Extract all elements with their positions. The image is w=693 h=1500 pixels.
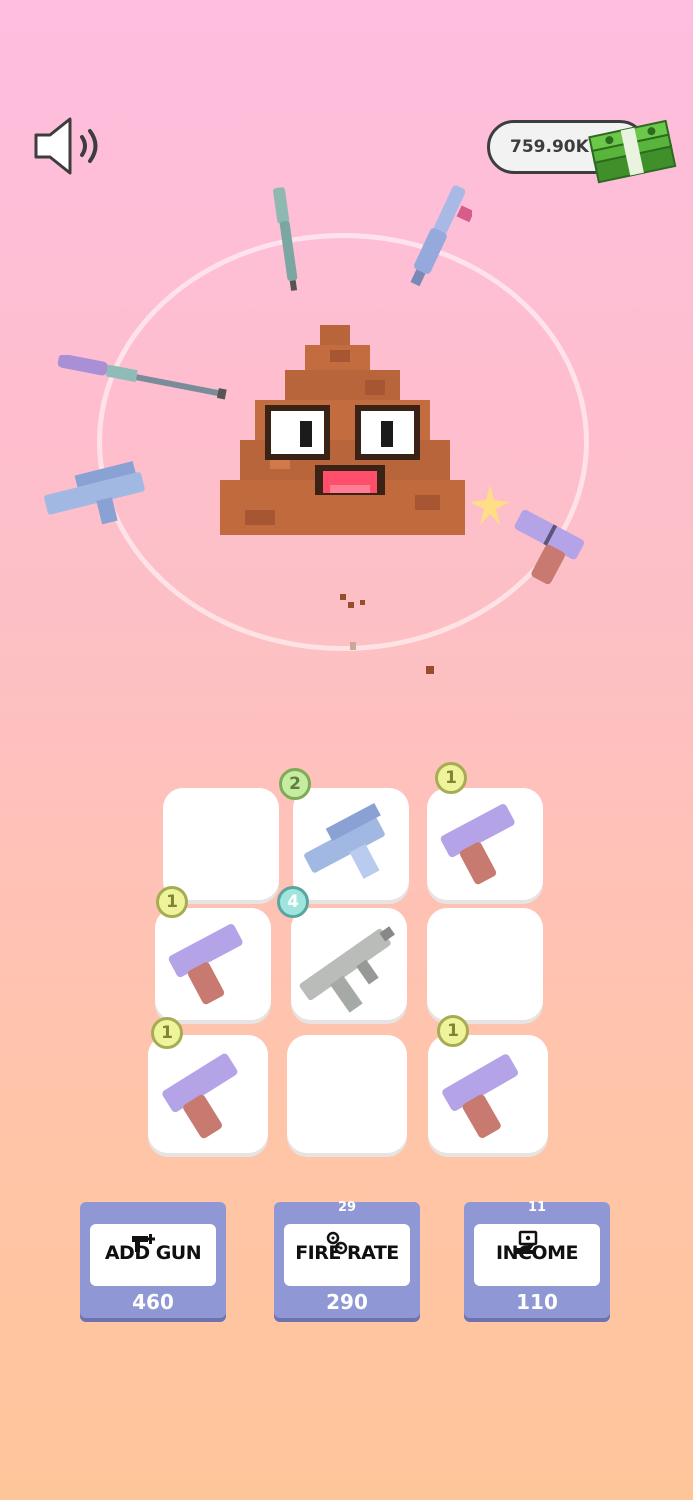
pistol-icon xyxy=(440,804,515,885)
speaker-icon xyxy=(34,117,98,175)
grid-slot-empty[interactable] xyxy=(287,1035,407,1153)
poop-enemy[interactable] xyxy=(215,325,470,540)
income-button[interactable]: 11 INCOME 110 xyxy=(464,1200,610,1318)
orbit-uzi xyxy=(40,460,160,534)
grid-slot-pistol[interactable] xyxy=(155,908,271,1020)
smg-icon xyxy=(299,926,395,1013)
upgrade-label: INCOME xyxy=(496,1242,578,1264)
muzzle-flash xyxy=(465,480,515,534)
cash-stack-icon xyxy=(585,110,685,190)
upgrade-label: ADD GUN xyxy=(104,1242,202,1264)
level-badge: 4 xyxy=(277,886,309,918)
level-badge: 1 xyxy=(156,886,188,918)
money-value: 759.90K xyxy=(510,137,589,157)
grid-slot-empty[interactable] xyxy=(163,788,279,900)
orbit-shotgun xyxy=(50,353,230,419)
pistol-icon xyxy=(442,1054,518,1139)
sound-toggle-button[interactable] xyxy=(30,115,105,177)
orbit-rifle xyxy=(262,185,312,299)
upgrade-cost: 460 xyxy=(132,1290,174,1314)
upgrade-level: 11 xyxy=(527,1200,547,1215)
upgrade-level: 29 xyxy=(337,1200,357,1215)
pistol-icon xyxy=(168,924,243,1005)
uzi-icon xyxy=(304,802,385,879)
upgrade-cost: 290 xyxy=(326,1290,368,1314)
level-badge: 1 xyxy=(435,762,467,794)
grid-slot-pistol[interactable] xyxy=(428,1035,548,1153)
grid-slot-uzi[interactable] xyxy=(293,788,409,900)
pistol-icon xyxy=(162,1053,238,1139)
fire-rate-button[interactable]: 29 FIRE RATE 290 xyxy=(274,1200,420,1318)
grid-slot-empty[interactable] xyxy=(427,908,543,1020)
grid-slot-smg[interactable] xyxy=(291,908,407,1020)
level-badge: 1 xyxy=(151,1017,183,1049)
orbit-smg xyxy=(402,180,475,299)
add-gun-button[interactable]: ADD GUN 460 xyxy=(80,1202,226,1318)
grid-slot-pistol[interactable] xyxy=(148,1035,268,1153)
upgrade-label: FIRE RATE xyxy=(295,1242,399,1264)
level-badge: 2 xyxy=(279,768,311,800)
grid-slot-pistol[interactable] xyxy=(427,788,543,900)
level-badge: 1 xyxy=(437,1015,469,1047)
debris-particles xyxy=(338,592,438,686)
upgrade-cost: 110 xyxy=(516,1290,558,1314)
